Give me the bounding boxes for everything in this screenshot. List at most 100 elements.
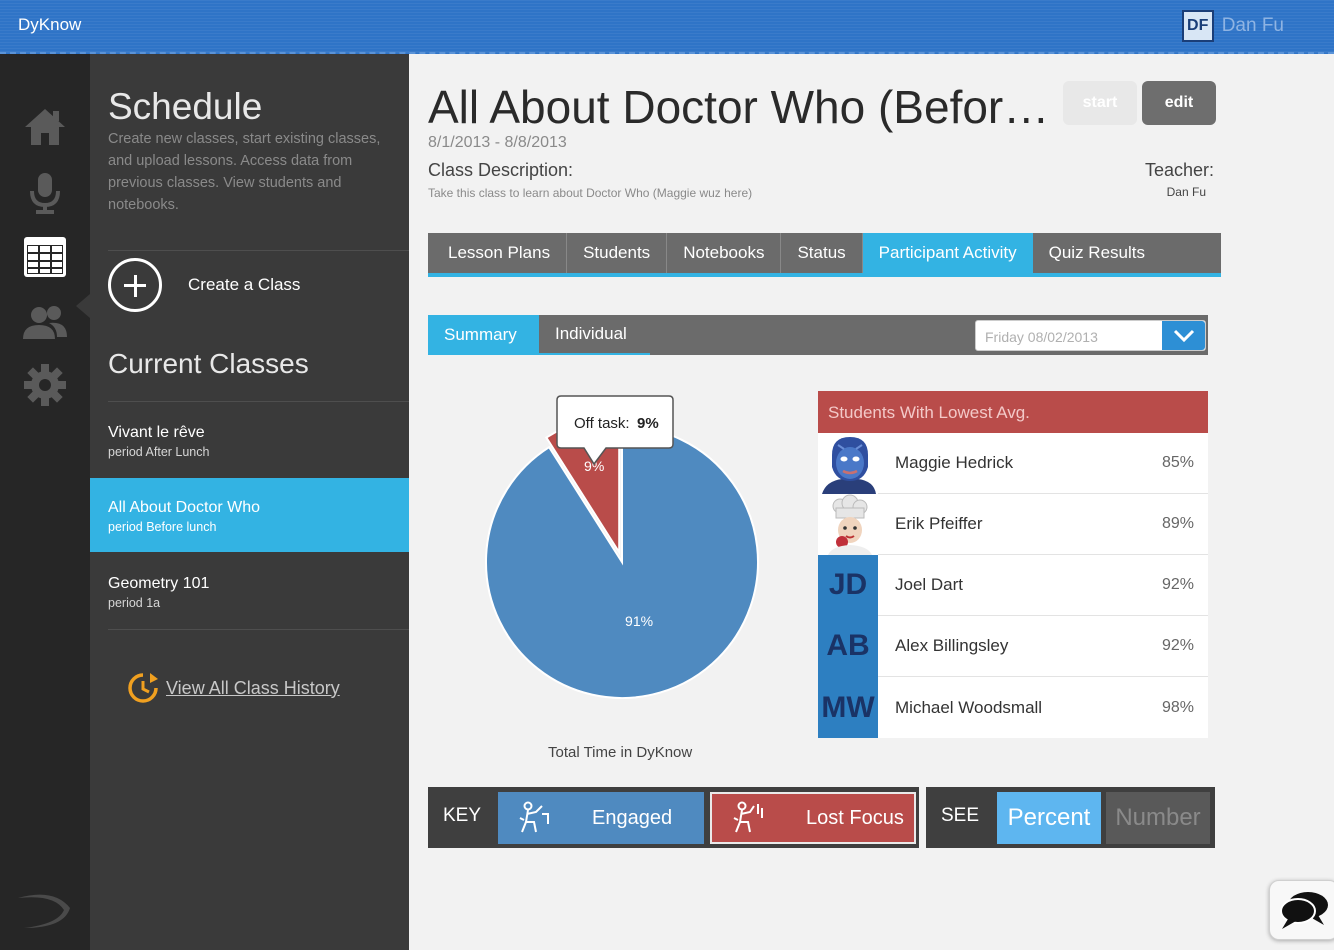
home-icon[interactable] — [20, 102, 70, 152]
top-bar: DyKnow DF Dan Fu — [0, 0, 1334, 54]
student-score: 89% — [1161, 515, 1194, 532]
description-text: Take this class to learn about Doctor Wh… — [428, 186, 753, 200]
schedule-icon[interactable] — [20, 232, 70, 282]
engaged-student-icon — [519, 801, 549, 833]
chef-avatar — [818, 493, 878, 555]
chat-bubbles-icon[interactable] — [1278, 889, 1330, 931]
subtab-summary[interactable]: Summary — [428, 315, 539, 355]
student-row[interactable]: MW Michael Woodsmall 98% — [818, 677, 1208, 738]
active-pointer — [76, 294, 90, 318]
user-menu[interactable]: DF Dan Fu — [1181, 10, 1284, 42]
users-icon[interactable] — [20, 298, 70, 348]
lost-focus-student-icon — [733, 801, 763, 833]
display-mode-toggle: SEE Percent Number — [926, 787, 1215, 848]
class-period: period 1a — [108, 596, 161, 610]
tooltip-value: 9% — [637, 415, 659, 432]
date-select-value[interactable]: Friday 08/02/2013 — [985, 329, 1098, 345]
lowest-students-title: Students With Lowest Avg. — [818, 391, 1208, 433]
user-name[interactable]: Dan Fu — [1222, 15, 1284, 37]
tab-quiz-results[interactable]: Quiz Results — [1033, 233, 1161, 273]
app-title: DyKnow — [18, 15, 82, 34]
student-score: 85% — [1161, 454, 1194, 471]
date-select[interactable]: Friday 08/02/2013 — [975, 320, 1206, 351]
nav-rail — [0, 54, 90, 950]
student-row[interactable]: Erik Pfeiffer 89% — [818, 493, 1208, 555]
student-row[interactable]: JD Joel Dart 92% — [818, 554, 1208, 616]
microphone-icon[interactable] — [20, 168, 70, 218]
student-name: Michael Woodsmall — [895, 697, 1043, 717]
tab-notebooks[interactable]: Notebooks — [667, 233, 782, 273]
history-clock-icon[interactable] — [126, 671, 160, 705]
plus-circle-icon[interactable] — [108, 258, 162, 312]
divider — [108, 401, 409, 402]
see-label: SEE — [941, 805, 980, 826]
class-name: Geometry 101 — [108, 575, 210, 592]
pie-slice-engaged[interactable] — [485, 424, 759, 699]
blue-face-avatar — [818, 432, 878, 494]
tab-participant-activity[interactable]: Participant Activity — [862, 233, 1033, 273]
chart-key: KEY Engaged Lost Focus — [428, 787, 919, 848]
chart-caption: Total Time in DyKnow — [548, 744, 693, 761]
divider — [108, 629, 409, 630]
class-name: Vivant le rêve — [108, 424, 205, 441]
student-name: Alex Billingsley — [895, 636, 1009, 655]
user-avatar[interactable]: DF — [1181, 10, 1214, 42]
pie-chart-svg: 91%9%Off task: 9% — [485, 395, 759, 699]
see-number-button[interactable]: Number — [1106, 792, 1210, 844]
student-name: Joel Dart — [895, 575, 964, 594]
key-label: KEY — [443, 805, 482, 826]
chevron-down-icon[interactable] — [1173, 329, 1195, 343]
class-title: All About Doctor Who (Befor… — [428, 81, 1050, 133]
teacher-name: Dan Fu — [1166, 185, 1206, 199]
current-classes-heading: Current Classes — [108, 348, 309, 379]
dyknow-logo-icon — [18, 894, 70, 928]
main-content: All About Doctor Who (Befor… 8/1/2013 - … — [409, 54, 1334, 950]
divider — [108, 250, 409, 251]
tab-status[interactable]: Status — [781, 233, 863, 273]
tab-lesson-plans[interactable]: Lesson Plans — [432, 233, 568, 273]
description-label: Class Description: — [428, 160, 574, 180]
see-percent-button[interactable]: Percent — [997, 792, 1101, 844]
class-item-vivant[interactable]: Vivant le rêve period After Lunch — [90, 403, 409, 477]
initials-avatar: MW — [818, 677, 878, 738]
settings-icon[interactable] — [20, 360, 70, 410]
class-item-geometry[interactable]: Geometry 101 period 1a — [90, 554, 409, 628]
class-period: period After Lunch — [108, 445, 210, 459]
student-score: 98% — [1161, 698, 1194, 716]
date-dropdown-toggle[interactable] — [1162, 321, 1205, 350]
start-button[interactable]: start — [1063, 81, 1137, 125]
participation-pie-chart: 91% 9% Off task: 9% — [428, 384, 818, 764]
class-tabs: Lesson Plans Students Notebooks Status P… — [428, 233, 1221, 277]
pie-label-engaged: 91% — [625, 613, 653, 629]
subtab-individual[interactable]: Individual — [539, 315, 650, 355]
lowest-students-panel: Students With Lowest Avg. Maggie Hedrick… — [818, 391, 1208, 738]
key-lost-focus: Lost Focus — [710, 792, 916, 844]
initials-avatar: JD — [818, 554, 878, 616]
activity-subtabs: Summary Individual Friday 08/02/2013 — [428, 315, 1208, 355]
create-class-button[interactable]: Create a Class — [108, 258, 300, 312]
tooltip-label: Off task: — [574, 415, 630, 432]
class-period: period Before lunch — [108, 520, 217, 534]
view-history-label[interactable]: View All Class History — [166, 678, 340, 699]
class-dates: 8/1/2013 - 8/8/2013 — [428, 134, 567, 151]
key-engaged: Engaged — [498, 792, 704, 844]
initials-avatar: AB — [818, 615, 878, 677]
chat-button[interactable] — [1269, 880, 1334, 940]
view-history-link[interactable]: View All Class History — [126, 671, 340, 705]
schedule-sidebar: Schedule Create new classes, start exist… — [90, 54, 409, 950]
tab-students[interactable]: Students — [567, 233, 668, 273]
student-row[interactable]: AB Alex Billingsley 92% — [818, 615, 1208, 677]
sidebar-description: Create new classes, start existing class… — [108, 131, 381, 213]
class-name: All About Doctor Who — [108, 499, 261, 516]
sidebar-title: Schedule — [108, 86, 263, 127]
student-score: 92% — [1161, 637, 1194, 654]
create-class-label[interactable]: Create a Class — [188, 275, 300, 295]
class-item-doctor-who[interactable]: All About Doctor Who period Before lunch — [90, 478, 409, 552]
teacher-label: Teacher: — [1144, 160, 1214, 180]
student-score: 92% — [1161, 576, 1194, 593]
student-row[interactable]: Maggie Hedrick 85% — [818, 432, 1208, 494]
student-name: Maggie Hedrick — [895, 453, 1014, 472]
edit-button[interactable]: edit — [1142, 81, 1216, 125]
key-engaged-label: Engaged — [592, 806, 673, 829]
key-lost-focus-label: Lost Focus — [806, 806, 904, 829]
